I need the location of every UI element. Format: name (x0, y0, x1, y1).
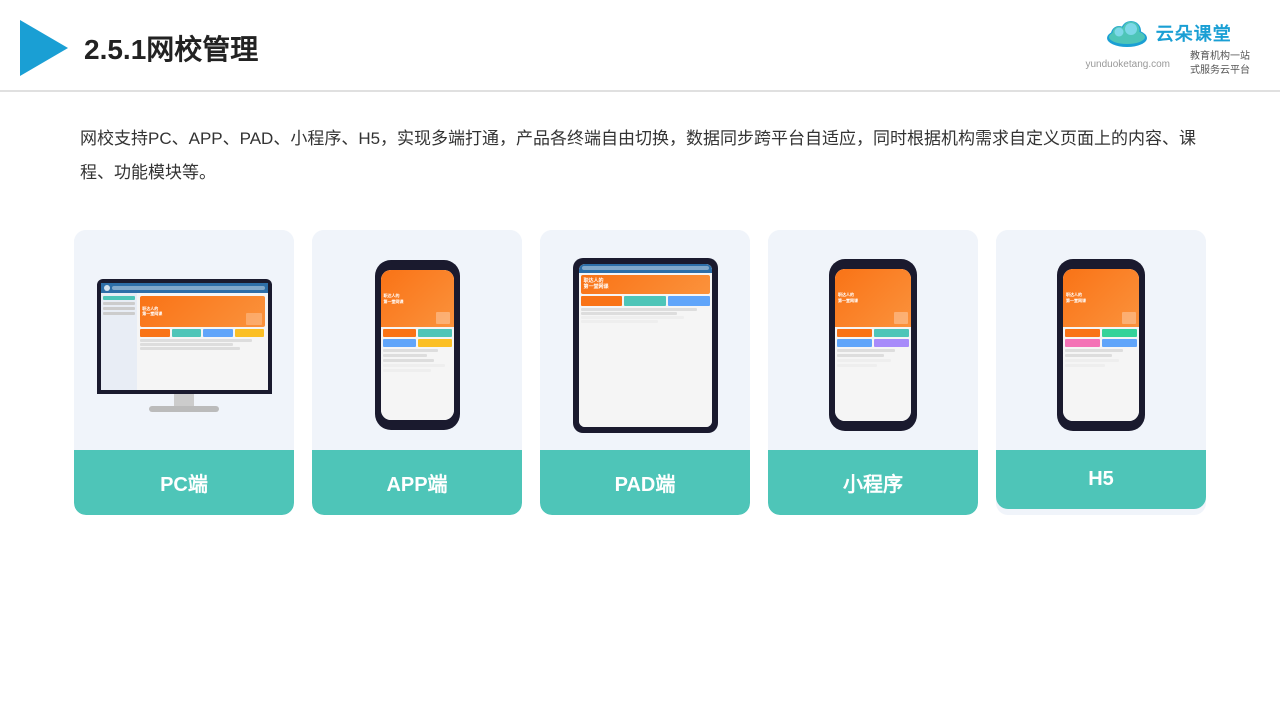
card-app: 职达人的第一堂网课 (312, 230, 522, 515)
card-pc-label: PC端 (74, 450, 294, 515)
pad-tablet: 职达人的第一堂网课 (573, 258, 718, 433)
card-h5-label: H5 (996, 450, 1206, 509)
h5-phone-notch (1087, 263, 1115, 269)
cards-container: 职达人的第一堂网课 (0, 210, 1280, 545)
h5-screen: 职达人的第一堂网课 (1063, 269, 1139, 421)
card-pad-image: 职达人的第一堂网课 (540, 230, 750, 450)
card-pad: 职达人的第一堂网课 (540, 230, 750, 515)
logo-area: 云朵课堂 yunduoketang.com 教育机构一站 式服务云平台 (1085, 18, 1250, 78)
miniprogram-screen: 职达人的第一堂网课 (835, 269, 911, 421)
description-text: 网校支持PC、APP、PAD、小程序、H5，实现多端打通，产品各终端自由切换，数… (0, 92, 1280, 210)
pc-monitor: 职达人的第一堂网课 (97, 279, 272, 412)
card-miniprogram-label: 小程序 (768, 450, 978, 515)
pc-screen-detail: 职达人的第一堂网课 (101, 283, 268, 390)
card-h5-image: 职达人的第一堂网课 (996, 230, 1206, 450)
h5-screen-detail: 职达人的第一堂网课 (1063, 269, 1139, 421)
app-screen-detail: 职达人的第一堂网课 (381, 270, 454, 420)
card-app-image: 职达人的第一堂网课 (312, 230, 522, 450)
header-left: 2.5.1网校管理 (20, 20, 258, 76)
monitor-neck (174, 394, 194, 406)
card-miniprogram: 职达人的第一堂网课 (768, 230, 978, 515)
card-pc-image: 职达人的第一堂网课 (74, 230, 294, 450)
miniprogram-screen-detail: 职达人的第一堂网课 (835, 269, 911, 421)
app-phone: 职达人的第一堂网课 (375, 260, 460, 430)
pad-screen: 职达人的第一堂网课 (579, 264, 712, 427)
description-paragraph: 网校支持PC、APP、PAD、小程序、H5，实现多端打通，产品各终端自由切换，数… (80, 122, 1200, 190)
logo-text-main: 云朵课堂 (1156, 20, 1232, 46)
card-pc: 职达人的第一堂网课 (74, 230, 294, 515)
page-title: 2.5.1网校管理 (84, 28, 258, 68)
phone-notch (403, 264, 431, 270)
app-screen: 职达人的第一堂网课 (381, 270, 454, 420)
card-app-label: APP端 (312, 450, 522, 515)
logo-pinyin: yunduoketang.com (1085, 59, 1170, 70)
h5-phone: 职达人的第一堂网课 (1057, 259, 1145, 431)
card-miniprogram-image: 职达人的第一堂网课 (768, 230, 978, 450)
monitor-base (149, 406, 219, 412)
logo-tagline: 教育机构一站 式服务云平台 (1190, 50, 1250, 78)
mini-phone-notch (859, 263, 887, 269)
logo-cloud: 云朵课堂 (1104, 18, 1232, 48)
monitor-screen: 职达人的第一堂网课 (97, 279, 272, 394)
pad-screen-detail: 职达人的第一堂网课 (579, 264, 712, 427)
play-icon (20, 20, 68, 76)
cloud-logo-icon (1104, 18, 1150, 48)
card-pad-label: PAD端 (540, 450, 750, 515)
header: 2.5.1网校管理 云朵课堂 yunduoketang.com 教育机构一站 式… (0, 0, 1280, 92)
card-h5: 职达人的第一堂网课 (996, 230, 1206, 515)
miniprogram-phone: 职达人的第一堂网课 (829, 259, 917, 431)
